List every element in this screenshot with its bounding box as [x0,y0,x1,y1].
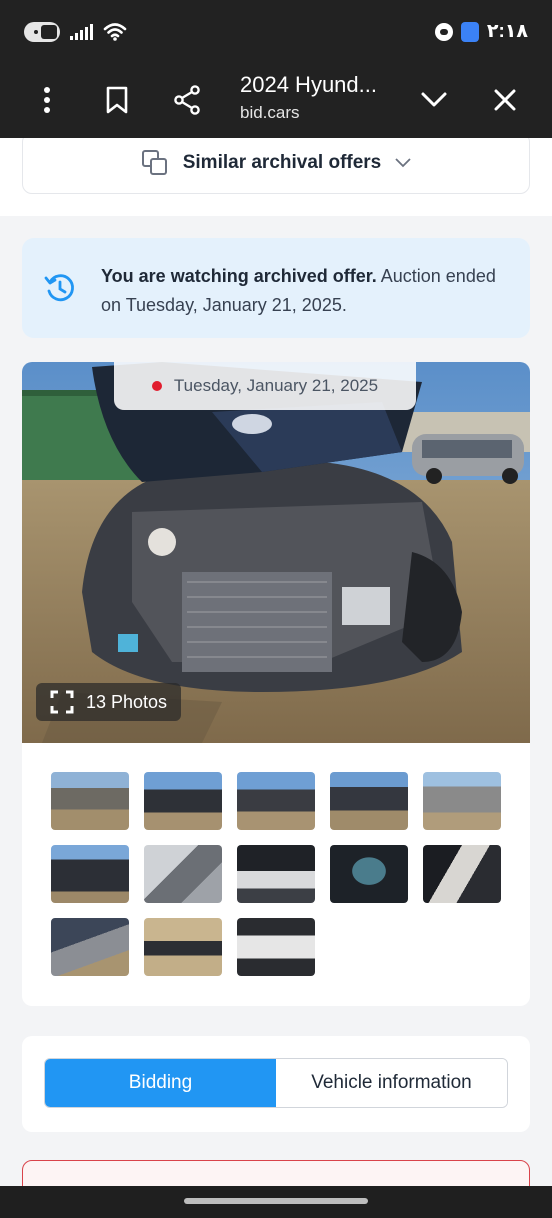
system-nav-bar [0,1186,552,1218]
detail-tabs: Bidding Vehicle information [44,1058,508,1108]
detail-tabs-card: Bidding Vehicle information [22,1036,530,1132]
archived-notice-text: You are watching archived offer. Auction… [101,262,511,320]
thumbnail[interactable] [237,918,315,976]
similar-offers-button[interactable]: Similar archival offers [22,138,530,194]
thumbnail[interactable] [144,772,222,830]
tab-bidding[interactable]: Bidding [45,1059,276,1107]
thumbnail[interactable] [51,845,129,903]
thumbnail[interactable] [330,772,408,830]
live-dot-icon [151,381,162,391]
thumbnail[interactable] [237,772,315,830]
auction-date: Tuesday, January 21, 2025 [173,376,379,395]
copy-icon [141,150,167,175]
thumbnail[interactable] [144,918,222,976]
fullscreen-icon [50,690,74,714]
signal-icon [70,24,93,40]
chevron-down-icon[interactable] [414,80,454,120]
share-icon[interactable] [167,80,207,120]
photo-count-label: 13 Photos [86,691,168,712]
status-left [24,22,127,42]
photo-gallery: Tuesday, January 21, 2025 13 Photos [22,362,530,1006]
home-gesture-handle[interactable] [184,1198,368,1204]
thumbnail[interactable] [51,918,129,976]
archived-notice-bold: You are watching archived offer. [101,266,377,286]
app-notification-icon [460,21,479,42]
clock: ۲:۱۸ [486,21,528,42]
thumbnail[interactable] [237,845,315,903]
page-url: bid.cars [240,103,300,122]
tab-vehicle-information[interactable]: Vehicle information [276,1059,507,1107]
auction-date-banner: Tuesday, January 21, 2025 [114,362,416,410]
thumbnail[interactable] [144,845,222,903]
chevron-down-icon [395,158,411,168]
thumbnail[interactable] [423,845,501,903]
wifi-icon [103,23,127,41]
main-vehicle-photo[interactable]: Tuesday, January 21, 2025 13 Photos [22,362,530,743]
browser-toolbar: 2024 Hyund... bid.cars [0,64,552,138]
status-bar: ۲:۱۸ [0,0,552,64]
close-icon[interactable] [485,80,525,120]
thumbnail[interactable] [51,772,129,830]
similar-offers-label: Similar archival offers [182,152,382,173]
alert-card [22,1160,530,1186]
toggle-status-icon [24,22,60,42]
thumbnail[interactable] [423,772,501,830]
thumbnail[interactable] [330,845,408,903]
more-options-icon[interactable] [27,80,67,120]
all-photos-button[interactable]: 13 Photos [36,683,182,721]
bookmark-icon[interactable] [97,80,137,120]
app-notification-icon [434,22,453,41]
archived-notice: You are watching archived offer. Auction… [22,238,530,338]
tab-title: 2024 Hyund... [240,72,377,97]
status-right: ۲:۱۸ [434,20,528,43]
history-icon [44,274,74,302]
page-content: Similar archival offers You are watching… [0,138,552,1186]
